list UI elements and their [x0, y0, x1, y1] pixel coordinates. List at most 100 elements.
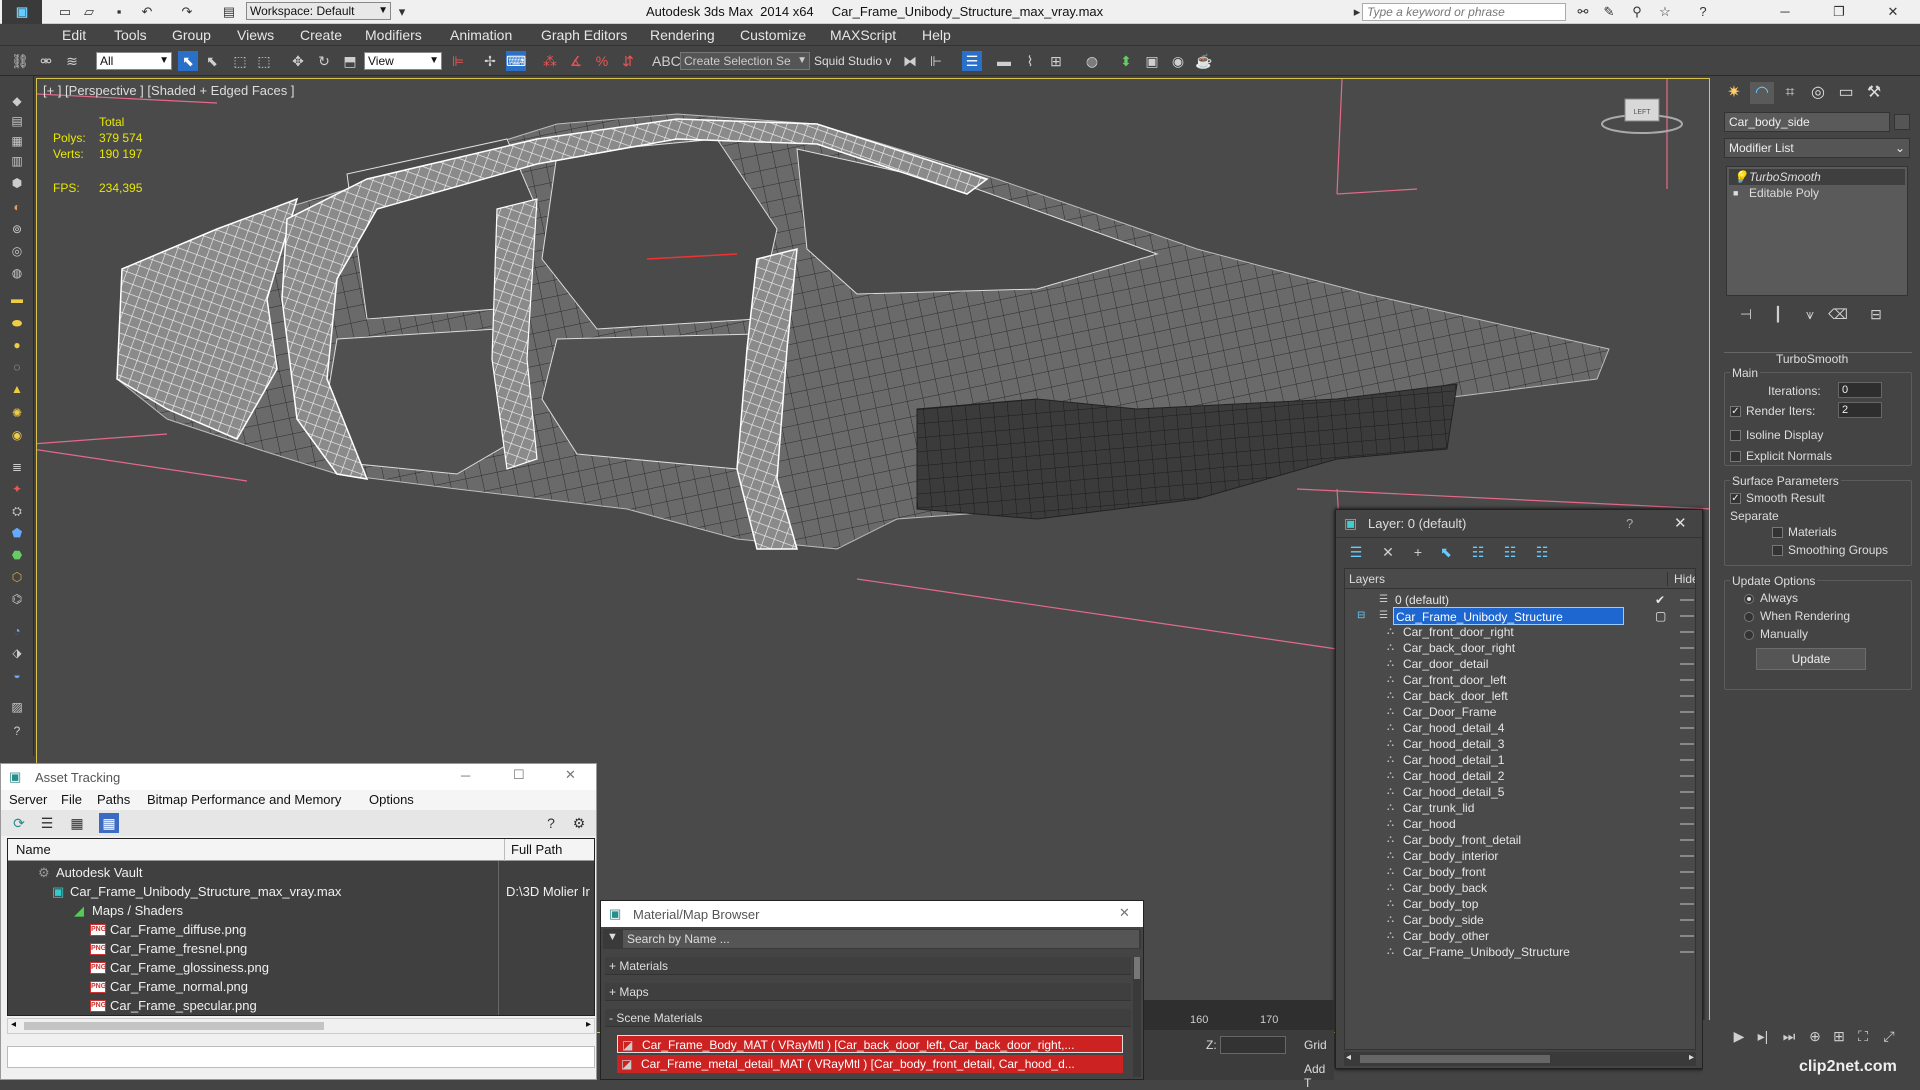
scale-icon[interactable]: ⬒ [340, 51, 360, 71]
viewport-tool-icon[interactable]: ⛭ [8, 504, 26, 518]
hide-toggle[interactable] [1680, 663, 1694, 665]
settings-icon[interactable]: ⚙ [569, 813, 589, 833]
viewport-tool-icon[interactable]: ⬬ [8, 316, 26, 330]
keyword-search-input[interactable]: Type a keyword or phrase [1362, 3, 1566, 21]
hide-toggle[interactable] [1680, 775, 1694, 777]
communication-center-icon[interactable]: ⚲ [1628, 3, 1646, 21]
map-row[interactable]: PNG Car_Frame_diffuse.png [90, 920, 246, 939]
hide-toggle[interactable] [1680, 679, 1694, 681]
make-unique-icon[interactable]: ⩛ [1800, 304, 1820, 324]
scroll-left-icon[interactable]: ◂ [11, 1019, 16, 1030]
restore-icon[interactable]: ❐ [1830, 3, 1848, 21]
curve-editor-icon[interactable]: ⌇ [1020, 51, 1040, 71]
list-view-icon[interactable]: ☰ [37, 813, 57, 833]
minimize-icon[interactable]: ─ [1776, 3, 1794, 21]
workspace-dropdown[interactable]: Workspace: Default ▼ [246, 2, 391, 20]
viewport-tool-icon[interactable]: ◐ [8, 200, 26, 214]
hide-toggle[interactable] [1680, 919, 1694, 921]
viewport-tool-icon[interactable]: ⬟ [8, 526, 26, 540]
menu-graph-editors[interactable]: Graph Editors [541, 27, 627, 43]
viewport-label[interactable]: [+ ] [Perspective ] [Shaded + Edged Face… [43, 83, 294, 98]
menu-maxscript[interactable]: MAXScript [830, 27, 896, 43]
bulb-icon[interactable]: 💡 [1733, 169, 1748, 185]
map-row[interactable]: PNG Car_Frame_specular.png [90, 996, 257, 1015]
hide-toggle[interactable] [1680, 887, 1694, 889]
create-tab-icon[interactable]: ✷ [1722, 82, 1746, 104]
viewport-tool-icon[interactable]: ▲ [8, 382, 26, 396]
name-column-header[interactable]: Name [16, 842, 51, 857]
show-end-result-icon[interactable]: ┃ [1768, 304, 1788, 324]
expand-icon[interactable]: ■ [1733, 185, 1738, 201]
hide-toggle[interactable] [1680, 871, 1694, 873]
render-iters-spinner[interactable]: 2 [1838, 402, 1882, 418]
create-layer-icon[interactable]: ☰ [1346, 542, 1366, 562]
save-icon[interactable]: ▪ [110, 3, 128, 21]
menu-server[interactable]: Server [9, 792, 47, 807]
select-object-icon[interactable]: ⬉ [178, 51, 198, 71]
layer-help-icon[interactable]: ? [1626, 516, 1633, 531]
maximize-viewport-icon[interactable]: ⤢ [1879, 1026, 1899, 1046]
freeze-all-layers-icon[interactable]: ☷ [1532, 542, 1552, 562]
refresh-icon[interactable]: ⟳ [9, 813, 29, 833]
reference-coordinate-dropdown[interactable]: View ▼ [364, 52, 442, 70]
viewport-tool-icon[interactable]: ◉ [8, 428, 26, 442]
viewport-tool-icon[interactable]: ◒ [8, 668, 26, 682]
manually-radio[interactable] [1744, 630, 1754, 640]
rendered-frame-window-icon[interactable]: ▣ [1142, 51, 1162, 71]
close-icon[interactable]: ✕ [1884, 3, 1902, 21]
materials-group[interactable]: + Materials [605, 957, 1131, 975]
smooth-result-checkbox[interactable]: ✓ [1730, 493, 1741, 504]
hide-toggle[interactable] [1680, 695, 1694, 697]
menu-bitmap-performance[interactable]: Bitmap Performance and Memory [147, 792, 341, 807]
undo-icon[interactable]: ↶ [138, 3, 156, 21]
layer-explorer-icon[interactable]: ☰ [962, 51, 982, 71]
go-to-end-icon[interactable]: ⏭ [1779, 1026, 1799, 1046]
angle-snap-icon[interactable]: ∡ [566, 51, 586, 71]
scroll-thumb[interactable] [1360, 1055, 1550, 1063]
viewport-tool-icon[interactable]: ▤ [8, 114, 26, 128]
materials-checkbox[interactable] [1772, 527, 1783, 538]
menu-tools[interactable]: Tools [114, 27, 147, 43]
binoculars-icon[interactable]: ⚯ [1574, 3, 1592, 21]
app-logo-icon[interactable]: ▣ [2, 0, 42, 24]
pivot-center-icon[interactable]: ⊫ [448, 51, 468, 71]
hide-toggle[interactable] [1680, 839, 1694, 841]
render-iterative-icon[interactable]: ☕ [1194, 51, 1214, 71]
selection-filter-dropdown[interactable]: All ▼ [96, 52, 172, 70]
highlight-selected-icon[interactable]: ☷ [1468, 542, 1488, 562]
when-rendering-radio[interactable] [1744, 612, 1754, 622]
search-options-icon[interactable]: ▼ [607, 931, 618, 943]
help-icon[interactable]: ? [1694, 3, 1712, 21]
hierarchy-tab-icon[interactable]: ⌗ [1778, 82, 1802, 104]
align-icon[interactable]: ⊩ [926, 51, 946, 71]
viewport-tool-icon[interactable]: ⊚ [8, 222, 26, 236]
map-row[interactable]: PNG Car_Frame_normal.png [90, 977, 248, 996]
zoom-all-icon[interactable]: ⊞ [1829, 1026, 1849, 1046]
material-item-body[interactable]: ◪ Car_Frame_Body_MAT ( VRayMtl ) [Car_bac… [617, 1035, 1123, 1053]
viewport-tool-icon[interactable]: ▨ [8, 700, 26, 714]
open-file-icon[interactable]: ▱ [80, 3, 98, 21]
modifier-list-dropdown[interactable]: Modifier List ⌄ [1724, 138, 1910, 158]
hide-toggle[interactable] [1680, 631, 1694, 633]
scroll-left-icon[interactable]: ◂ [1346, 1052, 1351, 1063]
manipulate-icon[interactable]: ✢ [480, 51, 500, 71]
edit-named-selection-icon[interactable]: ABC [652, 51, 681, 71]
hide-toggle[interactable] [1680, 903, 1694, 905]
utilities-tab-icon[interactable]: ⚒ [1862, 82, 1886, 104]
hide-toggle[interactable] [1680, 855, 1694, 857]
add-to-layer-icon[interactable]: + [1408, 542, 1428, 562]
menu-animation[interactable]: Animation [450, 27, 512, 43]
explicit-normals-checkbox[interactable] [1730, 451, 1741, 462]
help-icon[interactable]: ? [541, 813, 561, 833]
hide-toggle[interactable] [1680, 615, 1694, 617]
unlink-icon[interactable]: ⚮ [36, 51, 56, 71]
schematic-view-icon[interactable]: ⊞ [1046, 51, 1066, 71]
hide-toggle[interactable] [1680, 647, 1694, 649]
play-icon[interactable]: ▶ [1729, 1026, 1749, 1046]
iterations-spinner[interactable]: 0 [1838, 382, 1882, 398]
view-cube[interactable]: LEFT [1601, 98, 1683, 134]
render-production-icon[interactable]: ◉ [1168, 51, 1188, 71]
keyboard-shortcut-icon[interactable]: ⌨ [506, 51, 526, 71]
modify-tab-icon[interactable]: ◠ [1750, 82, 1774, 104]
always-radio[interactable] [1744, 594, 1754, 604]
